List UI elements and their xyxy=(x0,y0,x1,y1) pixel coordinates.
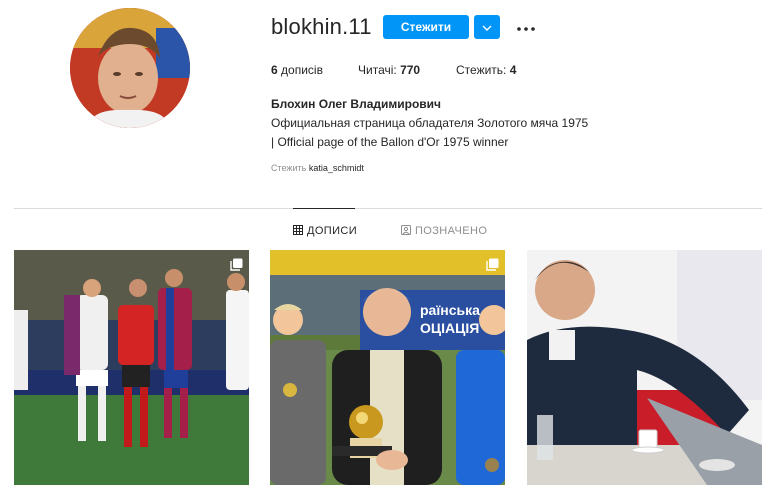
posts-count-label: дописів xyxy=(281,63,323,77)
post-thumbnail[interactable] xyxy=(527,250,762,485)
followers-label: Читачі: xyxy=(358,63,397,77)
bio-line: | Official page of the Ballon d'Or 1975 … xyxy=(271,135,509,149)
profile-username: blokhin.11 xyxy=(271,14,372,39)
followers-value: 770 xyxy=(400,63,421,77)
followed-by-prefix: Стежить xyxy=(271,163,307,173)
active-tab-indicator xyxy=(293,208,355,209)
tagged-icon xyxy=(401,222,411,240)
multiple-photos-icon xyxy=(230,258,243,271)
following-link[interactable]: Стежить: 4 xyxy=(456,63,516,77)
tab-posts[interactable]: ДОПИСИ xyxy=(293,222,357,240)
suggestions-dropdown-button[interactable] xyxy=(474,15,500,39)
followed-by[interactable]: Стежить katia_schmidt xyxy=(271,163,364,173)
profile-divider xyxy=(14,208,762,209)
grid-icon xyxy=(293,222,303,240)
chevron-down-icon xyxy=(482,18,492,36)
profile-full-name: Блохин Олег Владимирович xyxy=(271,97,441,111)
posts-count: 6 дописів xyxy=(271,63,323,77)
more-options-button[interactable] xyxy=(516,18,536,36)
posts-count-value: 6 xyxy=(271,63,278,77)
following-value: 4 xyxy=(509,63,517,77)
profile-avatar[interactable] xyxy=(70,8,190,128)
bio-line: Официальная страница обладателя Золотого… xyxy=(271,116,589,130)
post-thumbnail[interactable] xyxy=(14,250,249,485)
tab-tagged-label: ПОЗНАЧЕНО xyxy=(415,225,488,237)
banner-text: раїнська xyxy=(420,302,480,318)
tab-tagged[interactable]: ПОЗНАЧЕНО xyxy=(401,222,487,240)
multiple-photos-icon xyxy=(486,258,499,271)
ellipsis-icon xyxy=(517,18,535,36)
tab-posts-label: ДОПИСИ xyxy=(307,225,358,237)
followed-by-user[interactable]: katia_schmidt xyxy=(309,163,364,173)
following-label: Стежить: xyxy=(456,63,507,77)
post-thumbnail[interactable]: раїнська ОЦІАЦІЯ xyxy=(270,250,505,485)
followers-link[interactable]: Читачі: 770 xyxy=(358,63,420,77)
follow-button[interactable]: Стежити xyxy=(383,15,469,39)
banner-text: ОЦІАЦІЯ xyxy=(420,320,479,336)
